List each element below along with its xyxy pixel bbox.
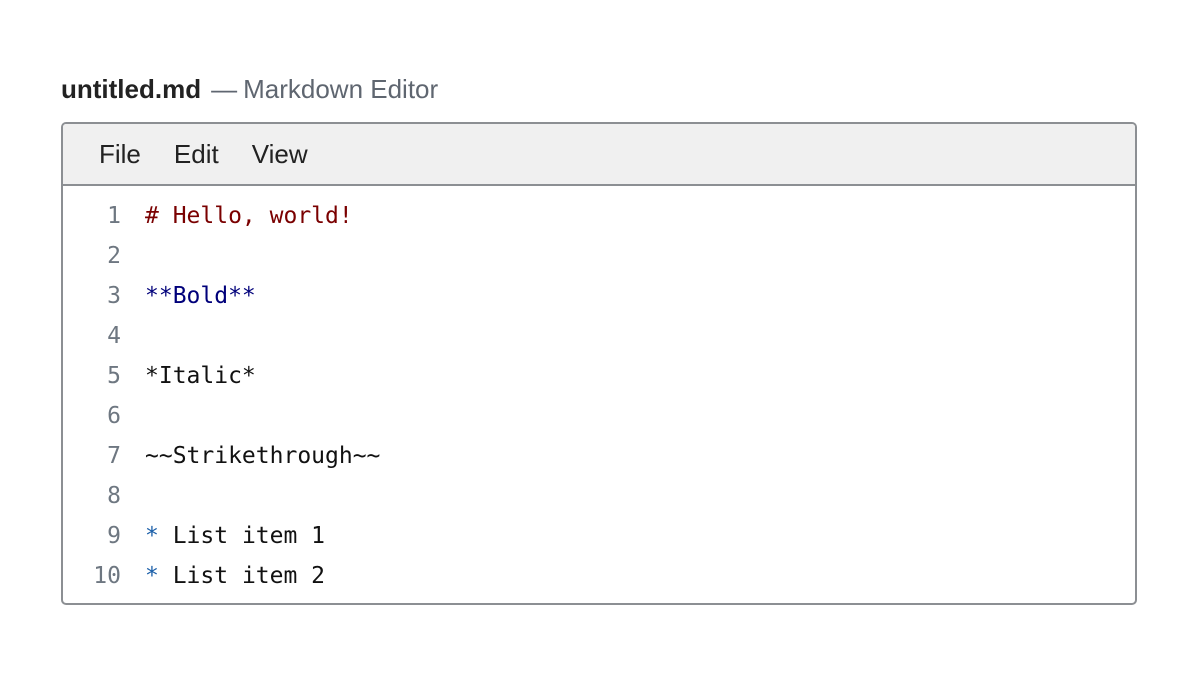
- token-text: List item 2: [158, 563, 326, 589]
- line-content[interactable]: * List item 2: [145, 563, 325, 589]
- token-text: List item 1: [158, 523, 326, 549]
- app-name: Markdown Editor: [243, 74, 439, 104]
- editor-line[interactable]: 10 * List item 2: [63, 556, 1135, 596]
- token-bullet: *: [145, 523, 159, 549]
- editor-line[interactable]: 8: [63, 476, 1135, 516]
- line-number: 5: [107, 363, 121, 389]
- editor-line[interactable]: 9 * List item 1: [63, 516, 1135, 556]
- line-number: 4: [107, 323, 121, 349]
- line-number: 6: [107, 403, 121, 429]
- window-title: untitled.md — Markdown Editor: [61, 72, 438, 106]
- title-separator: —: [211, 74, 238, 104]
- token-bullet: *: [145, 563, 159, 589]
- line-number: 7: [107, 443, 121, 469]
- line-content[interactable]: * List item 1: [145, 523, 325, 549]
- editor-text-area[interactable]: 1 # Hello, world! 2 3 **Bold** 4 5 *Italic* 6 7 ~~…: [63, 186, 1135, 596]
- line-content[interactable]: ~~Strikethrough~~: [145, 443, 380, 469]
- file-name: untitled.md: [61, 74, 202, 104]
- line-number: 3: [107, 283, 121, 309]
- token-em: *Italic*: [145, 363, 256, 389]
- token-strike: ~~Strikethrough~~: [145, 443, 381, 469]
- line-content[interactable]: *Italic*: [145, 363, 256, 389]
- editor-line[interactable]: 3 **Bold**: [63, 276, 1135, 316]
- menu-file[interactable]: File: [99, 139, 141, 169]
- menu-bar: File Edit View: [63, 124, 1135, 186]
- editor-line[interactable]: 5 *Italic*: [63, 356, 1135, 396]
- editor-line[interactable]: 7 ~~Strikethrough~~: [63, 436, 1135, 476]
- editor-window: File Edit View 1 # Hello, world! 2 3 **Bold*…: [61, 122, 1137, 605]
- token-strong: **Bold**: [145, 283, 256, 309]
- token-heading: # Hello, world!: [145, 203, 353, 229]
- line-number: 8: [107, 483, 121, 509]
- editor-line[interactable]: 1 # Hello, world!: [63, 196, 1135, 236]
- line-number: 9: [107, 523, 121, 549]
- editor-line[interactable]: 4: [63, 316, 1135, 356]
- line-content[interactable]: # Hello, world!: [145, 203, 353, 229]
- editor-line[interactable]: 2: [63, 236, 1135, 276]
- editor-line[interactable]: 6: [63, 396, 1135, 436]
- menu-view[interactable]: View: [252, 139, 308, 169]
- menu-edit[interactable]: Edit: [174, 139, 219, 169]
- line-content[interactable]: **Bold**: [145, 283, 256, 309]
- line-number: 2: [107, 243, 121, 269]
- line-number: 1: [107, 203, 121, 229]
- line-number: 10: [93, 563, 121, 589]
